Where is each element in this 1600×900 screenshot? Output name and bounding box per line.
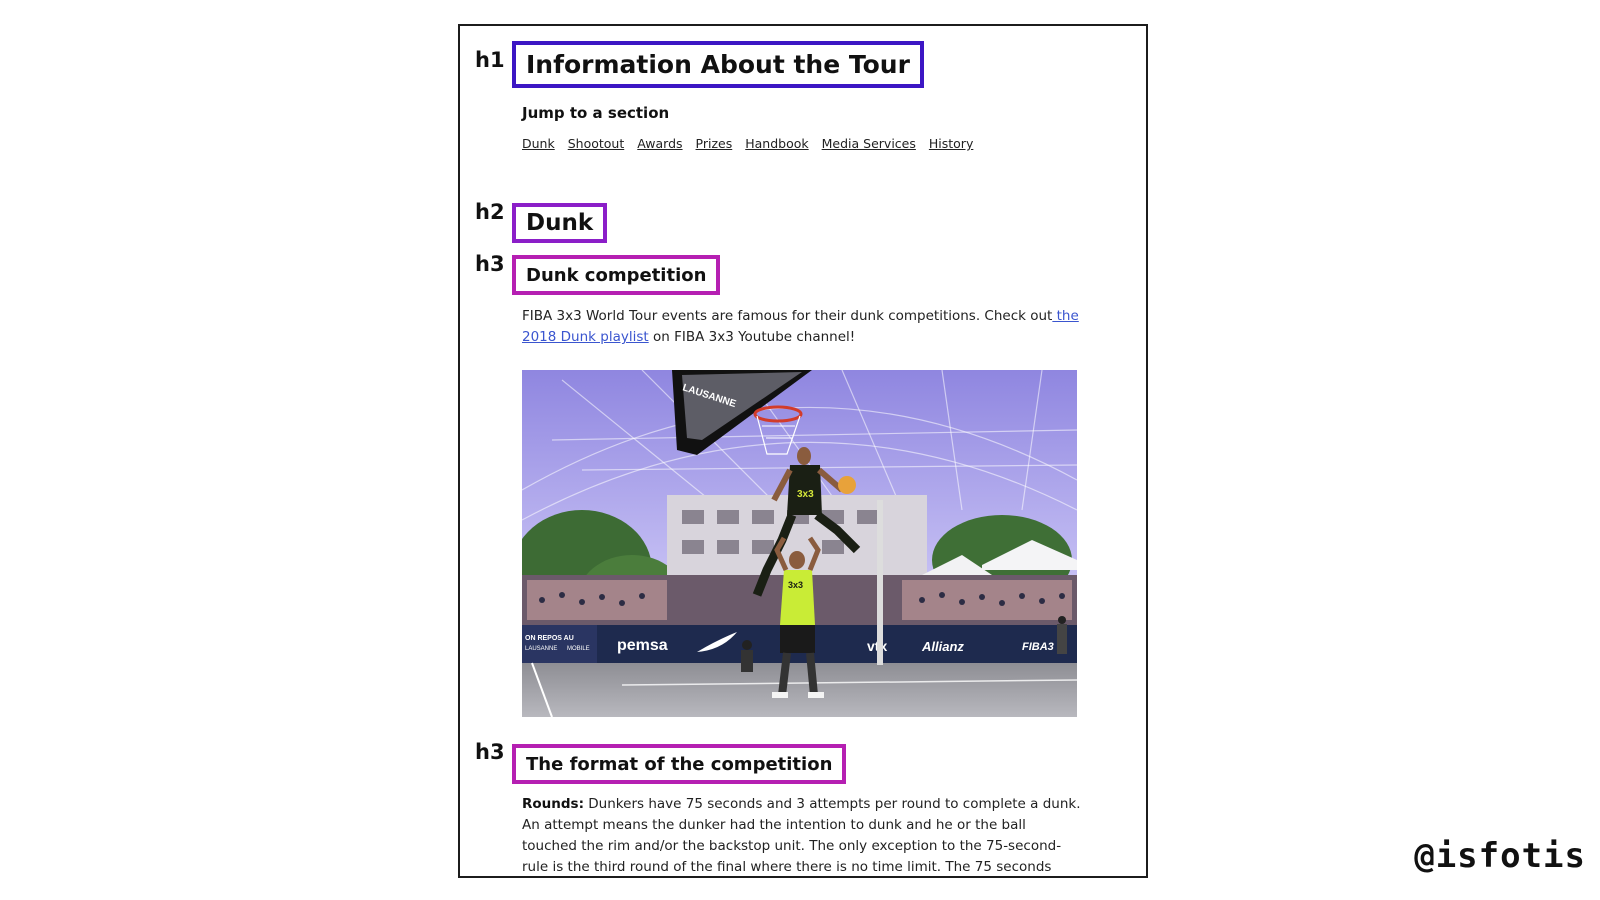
h3-annotation-label: h3 (475, 252, 505, 276)
h2-annotation-label: h2 (475, 200, 505, 224)
nav-link-shootout[interactable]: Shootout (568, 136, 625, 151)
rounds-label: Rounds: (522, 796, 584, 812)
dunk-intro-paragraph: FIBA 3x3 World Tour events are famous fo… (522, 306, 1082, 348)
page-title-text: Information About the Tour (526, 50, 910, 79)
dunk-intro-text: FIBA 3x3 World Tour events are famous fo… (522, 308, 1053, 324)
h1-annotation-label: h1 (475, 48, 505, 72)
banner-text-allianz: Allianz (921, 639, 964, 654)
banner-text-mobile: MOBILE (567, 646, 590, 652)
dunk-photo: ON REPOS AU LAUSANNE MOBILE pemsa vtx Al… (522, 370, 1077, 717)
rounds-paragraph: Rounds: Dunkers have 75 seconds and 3 at… (522, 794, 1082, 876)
subheading-dunk-competition: Dunk competition (512, 255, 721, 295)
h3-annotation-label-second: h3 (475, 740, 505, 764)
rounds-text: Dunkers have 75 seconds and 3 attempts p… (522, 796, 1081, 875)
nav-link-prizes[interactable]: Prizes (696, 136, 733, 151)
page-frame: h1 Information About the Tour Jump to a … (458, 24, 1148, 878)
dunk-intro-text-end: on FIBA 3x3 Youtube channel! (648, 329, 856, 345)
subheading-competition-format: The format of the competition (512, 744, 847, 784)
subheading-dunk-competition-text: Dunk competition (526, 264, 707, 286)
jump-to-section-label: Jump to a section (522, 104, 670, 122)
section-nav: Dunk Shootout Awards Prizes Handbook Med… (522, 136, 973, 151)
banner-text-pemsa: pemsa (617, 637, 668, 654)
nav-link-history[interactable]: History (929, 136, 973, 151)
section-heading-dunk-text: Dunk (526, 210, 594, 236)
svg-text:3x3: 3x3 (797, 489, 814, 500)
banner-text-lausanne-small: LAUSANNE (525, 646, 557, 652)
svg-text:3x3: 3x3 (788, 580, 803, 590)
banner-text-fiba: FIBA3 (1022, 641, 1054, 653)
subheading-competition-format-text: The format of the competition (526, 753, 833, 775)
section-heading-dunk: Dunk (512, 203, 608, 243)
nav-link-dunk[interactable]: Dunk (522, 136, 555, 151)
nav-link-media-services[interactable]: Media Services (822, 136, 916, 151)
banner-text-repos: ON REPOS AU (525, 635, 574, 642)
page-title: Information About the Tour (512, 41, 924, 88)
nav-link-handbook[interactable]: Handbook (745, 136, 808, 151)
nav-link-awards[interactable]: Awards (637, 136, 682, 151)
author-handle: @isfotis (1414, 836, 1586, 876)
